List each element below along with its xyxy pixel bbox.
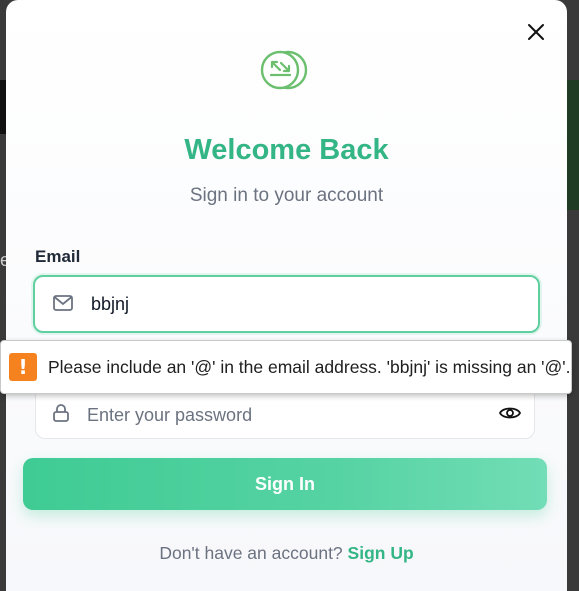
lock-icon	[53, 404, 69, 422]
signup-prompt-text: Don't have an account?	[159, 543, 343, 563]
sign-up-link[interactable]: Sign Up	[348, 543, 414, 563]
password-input[interactable]	[87, 403, 467, 427]
modal-title: Welcome Back	[184, 134, 389, 166]
signup-prompt: Don't have an account? Sign Up	[6, 543, 567, 564]
app-logo-icon	[260, 50, 312, 92]
modal-subtitle: Sign in to your account	[189, 185, 384, 206]
sign-in-button[interactable]: Sign In	[23, 458, 547, 510]
email-field[interactable]	[33, 275, 540, 333]
email-input[interactable]	[91, 292, 511, 316]
warning-icon: !	[9, 353, 37, 381]
signin-modal: Welcome Back Sign in to your account Ema…	[6, 0, 567, 591]
background-panel-right	[567, 80, 579, 210]
eye-icon[interactable]	[499, 405, 521, 421]
email-label: Email	[35, 247, 81, 266]
validation-tooltip: ! Please include an '@' in the email add…	[0, 340, 572, 394]
mail-icon	[53, 295, 73, 311]
close-button[interactable]	[524, 20, 548, 44]
validation-message: Please include an '@' in the email addre…	[48, 356, 571, 377]
close-icon	[528, 24, 544, 40]
